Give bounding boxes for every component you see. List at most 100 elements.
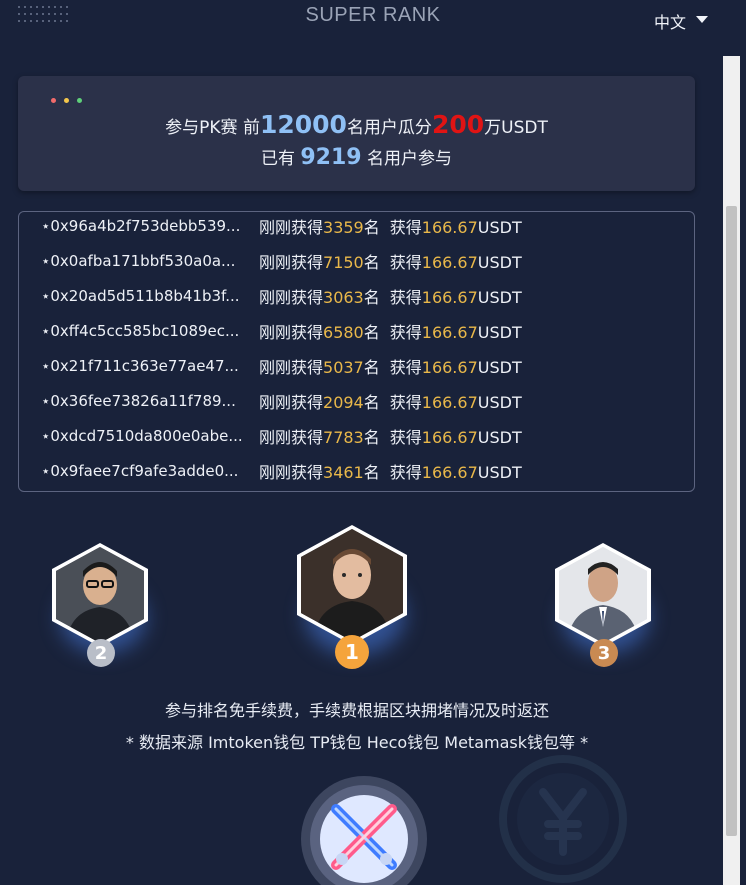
podium-second[interactable]: 2 — [52, 543, 148, 669]
get-label: 获得 — [389, 288, 422, 307]
rank-badge-second: 2 — [87, 639, 115, 667]
just-got-label: 刚刚获得 — [259, 428, 324, 447]
joined-prefix: 已有 — [260, 149, 301, 169]
feed-message: 刚刚获得3359名 获得166.67USDT — [259, 214, 522, 238]
joined-suffix: 名用户参与 — [361, 149, 453, 169]
rank-unit: 名 — [363, 288, 380, 307]
rank-unit: 名 — [363, 253, 380, 272]
rank-number: 6580 — [323, 323, 364, 342]
feed-row: ⋆0x0afba171bbf530a0a... 刚刚获得7150名 获得166.67… — [41, 250, 522, 272]
reward-currency: USDT — [477, 323, 522, 342]
get-label: 获得 — [389, 393, 422, 412]
rank-unit: 名 — [363, 393, 380, 412]
rank-number: 5037 — [323, 358, 364, 377]
yen-coin-icon — [499, 755, 627, 883]
rank-unit: 名 — [363, 463, 380, 482]
rank-number: 3359 — [323, 218, 364, 237]
dot-red — [51, 98, 56, 103]
reward-amount: 166.67 — [421, 358, 478, 377]
wallet-address: ⋆0xff4c5cc585bc1089ec... — [41, 322, 240, 340]
dot-yellow — [64, 98, 69, 103]
reward-currency: USDT — [477, 358, 522, 377]
rank-unit: 名 — [363, 358, 380, 377]
get-label: 获得 — [389, 428, 422, 447]
crossed-lightsabers-icon[interactable] — [300, 775, 428, 885]
reward-currency: USDT — [477, 393, 522, 412]
wallet-address: ⋆0x20ad5d511b8b41b3f... — [41, 287, 240, 305]
wallet-address: ⋆0x0afba171bbf530a0a... — [41, 252, 236, 270]
banner-headline: 参与PK赛 前12000名用户瓜分200万USDT — [18, 110, 695, 139]
banner-prefix: 参与PK赛 前 — [165, 118, 260, 138]
feed-message: 刚刚获得3063名 获得166.67USDT — [259, 284, 522, 308]
reward-amount: 166.67 — [421, 393, 478, 412]
scrollbar-thumb[interactable] — [726, 206, 737, 836]
wallet-address: ⋆0x36fee73826a11f789... — [41, 392, 236, 410]
banner-suffix: 万USDT — [484, 118, 548, 138]
just-got-label: 刚刚获得 — [259, 358, 324, 377]
scrollbar[interactable] — [723, 56, 740, 885]
podium-first[interactable]: 1 — [297, 525, 407, 670]
feed-row: ⋆0xdcd7510da800e0abe... 刚刚获得7783名 获得166.67… — [41, 425, 522, 447]
prize-amount: 200 — [431, 110, 485, 139]
just-got-label: 刚刚获得 — [259, 218, 324, 237]
feed-message: 刚刚获得5037名 获得166.67USDT — [259, 354, 522, 378]
reward-amount: 166.67 — [421, 428, 478, 447]
banner-participants: 已有 9219 名用户参与 — [18, 144, 695, 170]
data-source-note: * 数据来源 Imtoken钱包 TP钱包 Heco钱包 Metamask钱包等… — [125, 733, 589, 752]
feed-row: ⋆0x20ad5d511b8b41b3f... 刚刚获得3063名 获得166.67… — [41, 285, 522, 307]
fee-note: 参与排名免手续费，手续费根据区块拥堵情况及时返还 — [164, 701, 549, 720]
reward-currency: USDT — [477, 288, 522, 307]
rank-number: 7783 — [323, 428, 364, 447]
rank-number: 7150 — [323, 253, 364, 272]
reward-amount: 166.67 — [421, 253, 478, 272]
wallet-address: ⋆0x96a4b2f753debb539... — [41, 217, 241, 235]
feed-row: ⋆0x96a4b2f753debb539... 刚刚获得3359名 获得166.67… — [41, 215, 522, 237]
just-got-label: 刚刚获得 — [259, 393, 324, 412]
reward-currency: USDT — [477, 428, 522, 447]
dot-green — [77, 98, 82, 103]
feed-message: 刚刚获得6580名 获得166.67USDT — [259, 319, 522, 343]
rank-number: 2094 — [323, 393, 364, 412]
rank-unit: 名 — [363, 218, 380, 237]
wallet-address: ⋆0x9faee7cf9afe3adde0... — [41, 462, 239, 480]
feed-row: ⋆0x21f711c363e77ae47... 刚刚获得5037名 获得166.67… — [41, 355, 522, 377]
rank-badge-first: 1 — [335, 635, 369, 669]
just-got-label: 刚刚获得 — [259, 288, 324, 307]
reward-amount: 166.67 — [421, 218, 478, 237]
wallet-address: ⋆0x21f711c363e77ae47... — [41, 357, 239, 375]
top-users-count: 12000 — [259, 110, 347, 139]
pk-banner: 参与PK赛 前12000名用户瓜分200万USDT 已有 9219 名用户参与 — [18, 76, 695, 191]
get-label: 获得 — [389, 358, 422, 377]
window-dots — [51, 98, 82, 103]
just-got-label: 刚刚获得 — [259, 463, 324, 482]
language-label: 中文 — [654, 13, 687, 32]
reward-currency: USDT — [477, 218, 522, 237]
winners-feed[interactable]: ⋆0x96a4b2f753debb539... 刚刚获得3359名 获得166.67… — [18, 211, 695, 492]
caret-down-icon — [696, 16, 709, 23]
get-label: 获得 — [389, 218, 422, 237]
top-bar: SUPER RANK 中文 — [0, 0, 746, 36]
feed-message: 刚刚获得7150名 获得166.67USDT — [259, 249, 522, 273]
rank-number: 3461 — [323, 463, 364, 482]
feed-row: ⋆0xff4c5cc585bc1089ec... 刚刚获得6580名 获得166.6… — [41, 320, 522, 342]
feed-row: ⋆0x36fee73826a11f789... 刚刚获得2094名 获得166.67… — [41, 390, 522, 412]
wallet-address: ⋆0xdcd7510da800e0abe... — [41, 427, 243, 445]
language-selector[interactable]: 中文 — [654, 9, 709, 33]
feed-message: 刚刚获得7783名 获得166.67USDT — [259, 424, 522, 448]
reward-currency: USDT — [477, 253, 522, 272]
reward-currency: USDT — [477, 463, 522, 482]
podium-third[interactable]: 3 — [555, 543, 651, 669]
get-label: 获得 — [389, 463, 422, 482]
reward-amount: 166.67 — [421, 323, 478, 342]
rank-badge-third: 3 — [590, 639, 618, 667]
feed-message: 刚刚获得2094名 获得166.67USDT — [259, 389, 522, 413]
brand-title: SUPER RANK — [305, 4, 441, 26]
banner-mid: 名用户瓜分 — [346, 118, 432, 138]
rank-number: 3063 — [323, 288, 364, 307]
rank-unit: 名 — [363, 323, 380, 342]
get-label: 获得 — [389, 323, 422, 342]
reward-amount: 166.67 — [421, 463, 478, 482]
just-got-label: 刚刚获得 — [259, 253, 324, 272]
joined-count: 9219 — [300, 145, 362, 170]
rank-unit: 名 — [363, 428, 380, 447]
